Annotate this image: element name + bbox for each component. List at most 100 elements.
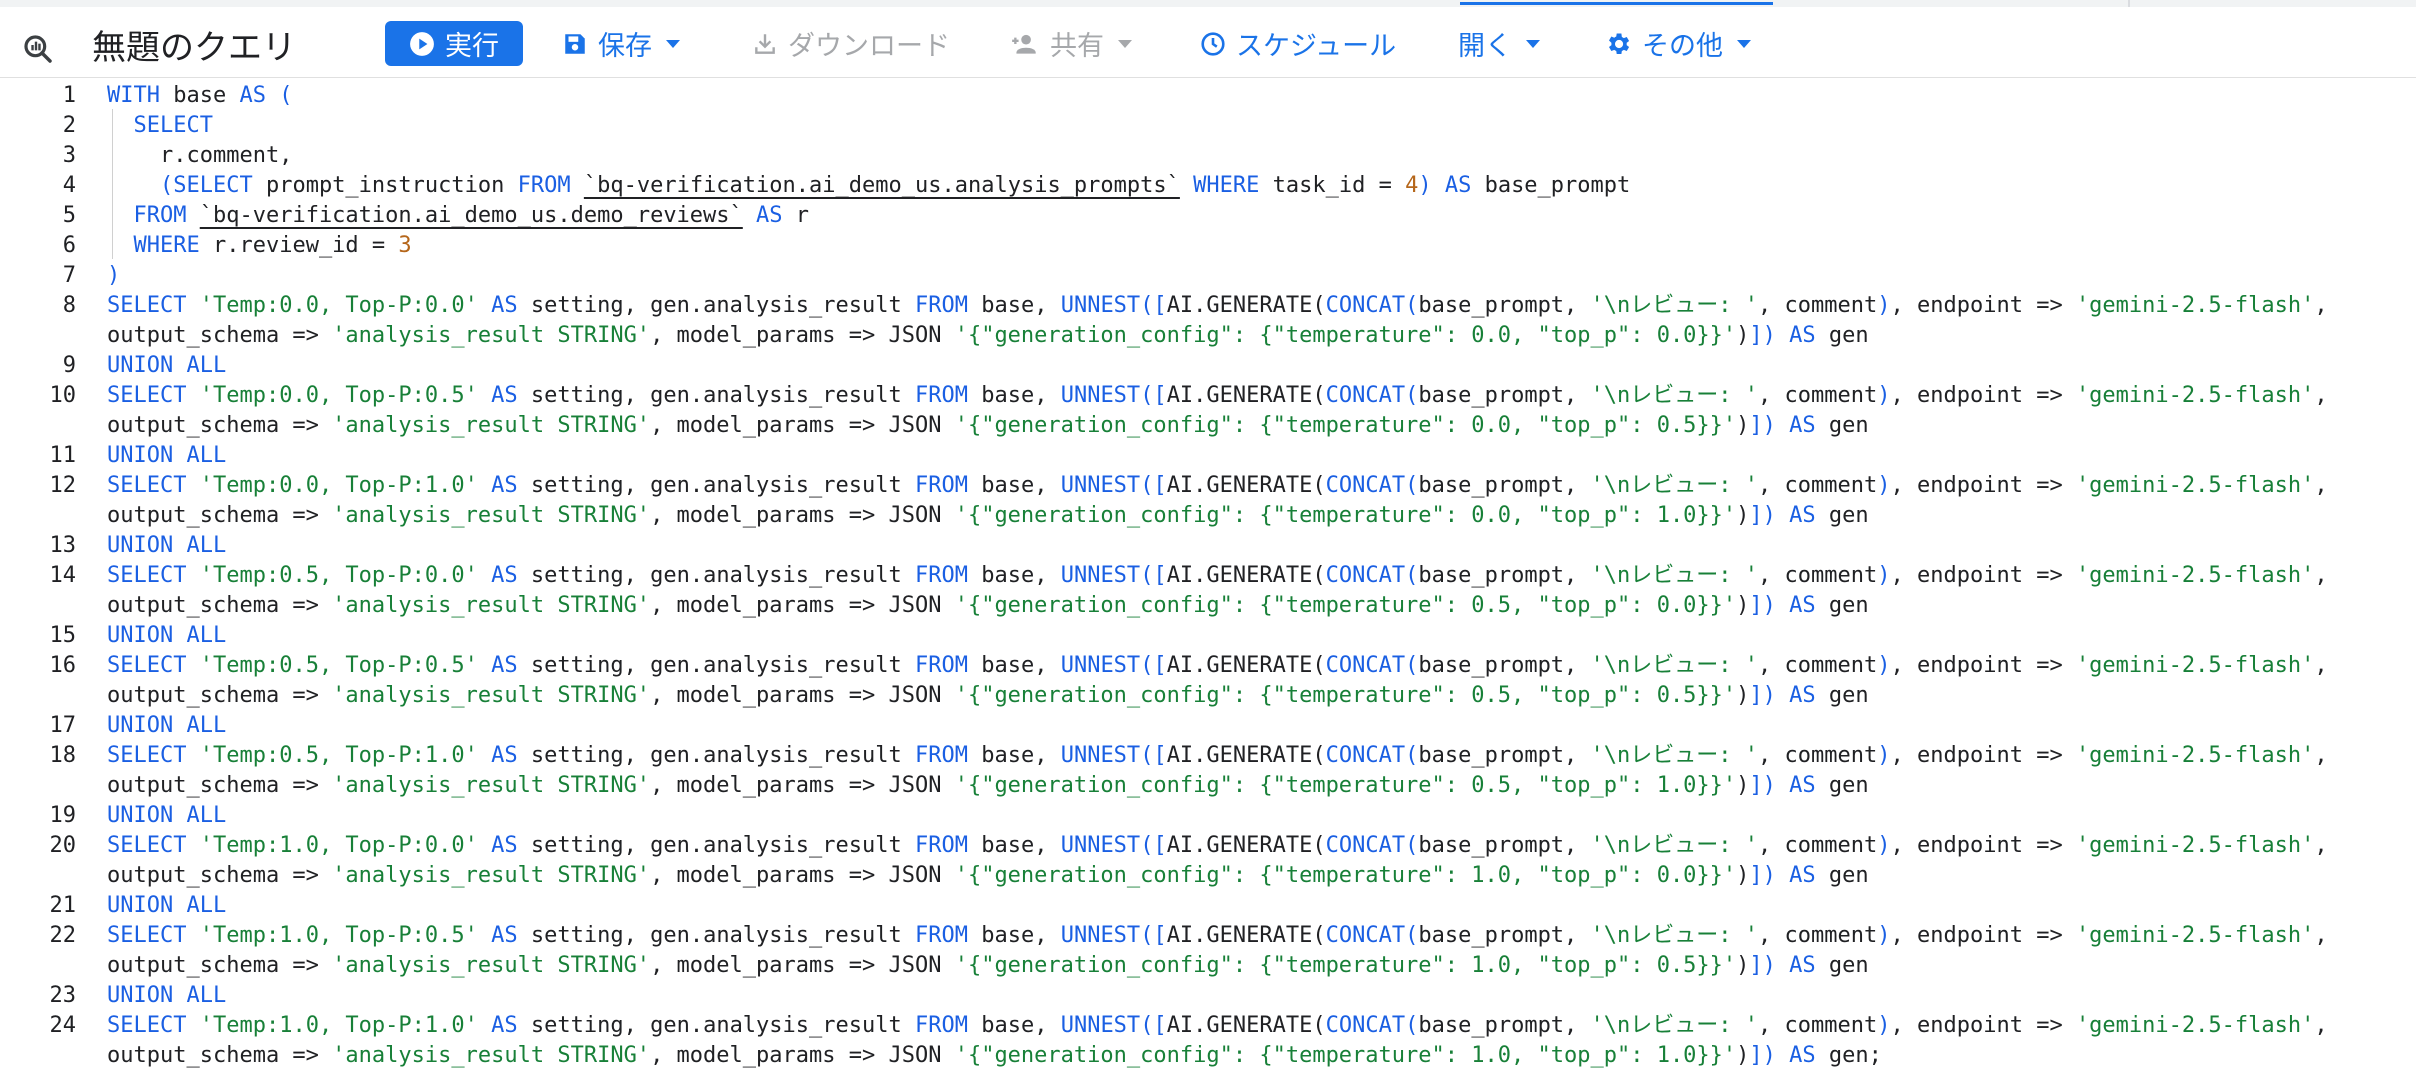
code-token: , (2314, 833, 2328, 858)
code-token: UNNEST (1060, 293, 1141, 318)
code-token: 'Temp:0.5, Top-P:0.5' (199, 653, 478, 678)
code-token: gen (1815, 413, 1869, 438)
code-line[interactable]: 1 WITH base AS ( (0, 81, 2416, 111)
code-token: , comment (1758, 1013, 1878, 1038)
line-number: 1 (62, 83, 76, 108)
code-line[interactable]: 16 SELECT 'Temp:0.5, Top-P:0.5' AS settin… (0, 651, 2416, 681)
code-token: FROM (915, 383, 968, 408)
code-line[interactable]: 13 UNION ALL (0, 531, 2416, 561)
code-line[interactable]: 9 UNION ALL (0, 351, 2416, 381)
code-text: output_schema => 'analysis_result STRING… (107, 951, 1869, 981)
more-button[interactable]: その他 (1604, 21, 1751, 66)
code-line[interactable]: 21 UNION ALL (0, 891, 2416, 921)
code-line[interactable]: 2 SELECT (0, 111, 2416, 141)
code-token: AS (1789, 683, 1816, 708)
code-token: base, (967, 743, 1061, 768)
tab-separator (2128, 0, 2130, 7)
code-line[interactable]: 8 SELECT 'Temp:0.0, Top-P:0.0' AS setting… (0, 291, 2416, 321)
code-token: FROM (915, 833, 968, 858)
code-token: UNNEST (1060, 833, 1141, 858)
code-token: ( (279, 83, 293, 108)
code-token: gen; (1815, 1043, 1882, 1068)
code-line[interactable]: 11 UNION ALL (0, 441, 2416, 471)
code-line[interactable]: output_schema => 'analysis_result STRING… (0, 1041, 2416, 1071)
code-line[interactable]: output_schema => 'analysis_result STRING… (0, 321, 2416, 351)
code-token: prompt_instruction (252, 173, 518, 198)
code-token: ]) (1749, 413, 1776, 438)
code-line[interactable]: output_schema => 'analysis_result STRING… (0, 861, 2416, 891)
run-button[interactable]: 実行 (385, 21, 523, 66)
code-line[interactable]: 3 r.comment, (0, 141, 2416, 171)
code-token: 'analysis_result STRING' (332, 773, 651, 798)
code-token: , model_params => JSON (650, 683, 955, 708)
code-token: , endpoint => (1890, 473, 2076, 498)
code-line[interactable]: 24 SELECT 'Temp:1.0, Top-P:1.0' AS settin… (0, 1011, 2416, 1041)
code-token: , model_params => JSON (650, 953, 955, 978)
code-line[interactable]: 20 SELECT 'Temp:1.0, Top-P:0.0' AS settin… (0, 831, 2416, 861)
code-text: output_schema => 'analysis_result STRING… (107, 681, 1869, 711)
code-line[interactable]: 6 WHERE r.review_id = 3 (0, 231, 2416, 261)
code-text: SELECT 'Temp:0.5, Top-P:0.0' AS setting,… (107, 561, 2328, 591)
code-token: ([ (1140, 473, 1167, 498)
share-button[interactable]: 共有 (1010, 21, 1132, 66)
code-token: CONCAT( (1325, 383, 1419, 408)
code-text: UNION ALL (107, 981, 226, 1011)
code-text: SELECT 'Temp:0.0, Top-P:0.0' AS setting,… (107, 291, 2328, 321)
code-line[interactable]: 15 UNION ALL (0, 621, 2416, 651)
code-line[interactable]: 19 UNION ALL (0, 801, 2416, 831)
code-token: , (2314, 563, 2328, 588)
code-line[interactable]: 4 (SELECT prompt_instruction FROM `bq-ve… (0, 171, 2416, 201)
code-line[interactable]: output_schema => 'analysis_result STRING… (0, 951, 2416, 981)
code-line[interactable]: 12 SELECT 'Temp:0.0, Top-P:1.0' AS settin… (0, 471, 2416, 501)
code-token: , comment (1758, 383, 1878, 408)
code-line[interactable]: 23 UNION ALL (0, 981, 2416, 1011)
code-line[interactable]: 18 SELECT 'Temp:0.5, Top-P:1.0' AS settin… (0, 741, 2416, 771)
add-person-icon (1012, 34, 1036, 54)
save-button[interactable]: 保存 (562, 21, 680, 66)
code-token: setting, gen.analysis_result (517, 743, 915, 768)
sql-editor[interactable]: 1 WITH base AS (2 SELECT 3 r.comment, 4 (SE… (0, 79, 2416, 1075)
code-token: SELECT (107, 563, 187, 588)
schedule-button[interactable]: スケジュール (1200, 21, 1396, 66)
line-number: 24 (49, 1013, 77, 1038)
code-line[interactable]: 14 SELECT 'Temp:0.5, Top-P:0.0' AS settin… (0, 561, 2416, 591)
code-token: AI.GENERATE( (1166, 383, 1326, 408)
open-button[interactable]: 開く (1458, 21, 1540, 66)
code-token: CONCAT( (1325, 473, 1419, 498)
code-line[interactable]: output_schema => 'analysis_result STRING… (0, 681, 2416, 711)
code-text: output_schema => 'analysis_result STRING… (107, 591, 1869, 621)
query-title[interactable]: 無題のクエリ (92, 26, 296, 70)
code-token: r.review_id = (199, 233, 399, 258)
download-button[interactable]: ダウンロード (752, 21, 950, 66)
code-line[interactable]: 7) (0, 261, 2416, 291)
code-line[interactable]: output_schema => 'analysis_result STRING… (0, 591, 2416, 621)
code-token: '{"generation_config": {"temperature": 1… (954, 953, 1737, 978)
code-text: UNION ALL (107, 891, 226, 921)
code-line[interactable]: 5 FROM `bq-verification.ai_demo_us.demo_… (0, 201, 2416, 231)
code-text: output_schema => 'analysis_result STRING… (107, 411, 1869, 441)
code-token: SELECT (107, 743, 187, 768)
code-line[interactable]: output_schema => 'analysis_result STRING… (0, 501, 2416, 531)
code-token: '{"generation_config": {"temperature": 1… (954, 863, 1737, 888)
code-token: '{"generation_config": {"temperature": 0… (954, 323, 1737, 348)
code-token: ) (1877, 743, 1891, 768)
code-line[interactable]: 10 SELECT 'Temp:0.0, Top-P:0.5' AS settin… (0, 381, 2416, 411)
code-token: AS (1789, 503, 1816, 528)
code-line[interactable]: 17 UNION ALL (0, 711, 2416, 741)
code-token: UNION ALL (107, 893, 227, 918)
code-token: , model_params => JSON (650, 503, 955, 528)
code-token: setting, gen.analysis_result (517, 383, 915, 408)
code-line[interactable]: output_schema => 'analysis_result STRING… (0, 411, 2416, 441)
code-line[interactable]: output_schema => 'analysis_result STRING… (0, 771, 2416, 801)
code-token: ) (107, 263, 121, 288)
line-number: 2 (62, 113, 76, 138)
code-token: ([ (1140, 653, 1167, 678)
line-number: 8 (62, 293, 76, 318)
code-line[interactable]: 22 SELECT 'Temp:1.0, Top-P:0.5' AS settin… (0, 921, 2416, 951)
code-text: WITH base AS ( (107, 81, 292, 111)
